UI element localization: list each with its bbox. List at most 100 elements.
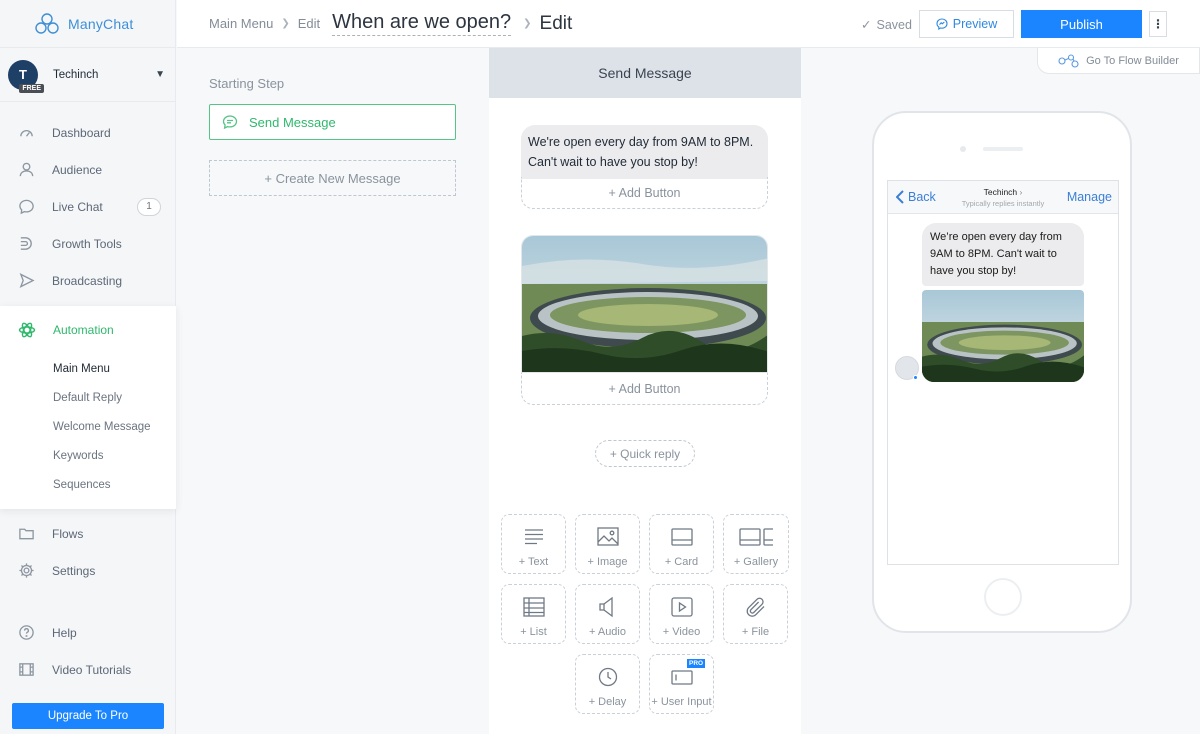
nav-broadcasting[interactable]: Broadcasting bbox=[0, 262, 175, 299]
add-card-label: + Card bbox=[664, 556, 699, 568]
go-to-flow-builder-button[interactable]: Go To Flow Builder bbox=[1037, 48, 1200, 74]
nav-live-chat-label: Live Chat bbox=[52, 199, 103, 214]
phone-text-bubble: We’re open every day from 9AM to 8PM. Ca… bbox=[922, 223, 1084, 286]
secondary-nav: Flows Settings bbox=[0, 515, 176, 589]
add-text-tile[interactable]: + Text bbox=[501, 514, 566, 574]
subnav-welcome-message[interactable]: Welcome Message bbox=[0, 412, 176, 441]
nav-settings[interactable]: Settings bbox=[0, 552, 176, 589]
breadcrumb-chevron-icon: ❯ bbox=[281, 18, 290, 29]
account-name: Techinch bbox=[53, 68, 99, 81]
add-delay-label: + Delay bbox=[588, 696, 627, 708]
manychat-logo-icon bbox=[35, 12, 59, 34]
gallery-icon bbox=[739, 528, 773, 546]
add-video-tile[interactable]: + Video bbox=[649, 584, 714, 644]
add-button-image[interactable]: + Add Button bbox=[521, 373, 768, 405]
breadcrumb-chevron-icon: ❯ bbox=[523, 18, 532, 29]
nav-video-tutorials[interactable]: Video Tutorials bbox=[0, 651, 176, 688]
add-text-label: + Text bbox=[518, 556, 549, 568]
nav-help-label: Help bbox=[52, 625, 77, 640]
image-message-block[interactable] bbox=[521, 235, 768, 373]
manage-button[interactable]: Manage bbox=[1067, 190, 1112, 204]
nav-dashboard-label: Dashboard bbox=[52, 125, 111, 140]
pro-badge: PRO bbox=[687, 659, 706, 668]
check-icon: ✓ bbox=[861, 18, 872, 32]
add-video-label: + Video bbox=[662, 626, 701, 638]
phone-camera bbox=[960, 146, 966, 152]
text-lines-icon bbox=[524, 529, 543, 545]
breadcrumb-edit[interactable]: Edit bbox=[298, 16, 320, 31]
add-card-tile[interactable]: + Card bbox=[649, 514, 714, 574]
nav-flows[interactable]: Flows bbox=[0, 515, 176, 552]
breadcrumb-main-menu[interactable]: Main Menu bbox=[209, 16, 273, 31]
user-icon bbox=[19, 162, 34, 177]
create-new-message-button[interactable]: + Create New Message bbox=[209, 160, 456, 196]
add-list-tile[interactable]: + List bbox=[501, 584, 566, 644]
subnav-sequences[interactable]: Sequences bbox=[0, 470, 176, 499]
nav-help[interactable]: Help bbox=[0, 614, 176, 651]
nav-audience[interactable]: Audience bbox=[0, 151, 175, 188]
preview-button[interactable]: Preview bbox=[919, 10, 1014, 38]
growth-tools-icon bbox=[20, 237, 32, 250]
nav-dashboard[interactable]: Dashboard bbox=[0, 114, 175, 151]
user-input-icon bbox=[670, 670, 693, 685]
send-icon bbox=[19, 273, 35, 288]
messenger-icon bbox=[936, 18, 948, 30]
topbar: Main Menu ❯ Edit When are we open? ❯ Edi… bbox=[177, 0, 1200, 48]
account-avatar: T FREE bbox=[8, 59, 44, 93]
add-audio-label: + Audio bbox=[588, 626, 626, 638]
automation-section: Automation Main Menu Default Reply Welco… bbox=[0, 306, 176, 509]
nav-live-chat[interactable]: Live Chat 1 bbox=[0, 188, 175, 225]
campus-photo-thumbnail bbox=[922, 290, 1084, 382]
phone-preview: Back Techinch › Typically replies instan… bbox=[872, 111, 1132, 633]
text-message-block[interactable]: We're open every day from 9AM to 8PM. Ca… bbox=[521, 125, 768, 179]
clock-icon bbox=[598, 667, 617, 687]
account-initials: T bbox=[19, 67, 27, 82]
add-button-text[interactable]: + Add Button bbox=[521, 177, 768, 209]
saved-status: ✓ Saved bbox=[861, 17, 912, 33]
phone-speaker bbox=[983, 147, 1023, 151]
help-icon bbox=[19, 625, 34, 640]
account-switcher[interactable]: T FREE Techinch ▼ bbox=[0, 48, 175, 102]
main-nav: Dashboard Audience Live Chat 1 Growth To… bbox=[0, 114, 175, 299]
paperclip-icon bbox=[746, 597, 764, 617]
more-options-icon[interactable]: ⋮ bbox=[1149, 11, 1167, 37]
flow-title[interactable]: When are we open? bbox=[332, 11, 512, 36]
add-user-input-tile[interactable]: PRO + User Input bbox=[649, 654, 714, 714]
phone-home-button bbox=[984, 578, 1022, 616]
add-delay-tile[interactable]: + Delay bbox=[575, 654, 640, 714]
subnav-default-reply[interactable]: Default Reply bbox=[0, 383, 176, 412]
preview-label: Preview bbox=[952, 17, 998, 31]
publish-button[interactable]: Publish bbox=[1021, 10, 1142, 38]
nav-settings-label: Settings bbox=[52, 563, 96, 578]
add-audio-tile[interactable]: + Audio bbox=[575, 584, 640, 644]
add-file-tile[interactable]: + File bbox=[723, 584, 788, 644]
step-name: Send Message bbox=[249, 114, 336, 130]
subnav-main-menu[interactable]: Main Menu bbox=[0, 354, 176, 383]
brand-name: ManyChat bbox=[68, 15, 134, 32]
edit-label: Edit bbox=[539, 12, 573, 34]
send-message-step[interactable]: Send Message bbox=[209, 104, 456, 140]
chevron-down-icon: ▼ bbox=[155, 69, 165, 80]
nav-growth-tools[interactable]: Growth Tools bbox=[0, 225, 175, 262]
brand[interactable]: ManyChat bbox=[0, 0, 175, 48]
message-step-icon bbox=[222, 115, 238, 130]
quick-reply-button[interactable]: + Quick reply bbox=[595, 440, 695, 467]
starting-step-label: Starting Step bbox=[209, 76, 285, 91]
folder-icon bbox=[19, 528, 34, 540]
add-image-tile[interactable]: + Image bbox=[575, 514, 640, 574]
saved-label: Saved bbox=[876, 17, 912, 32]
gear-icon bbox=[19, 563, 34, 578]
add-gallery-label: + Gallery bbox=[733, 556, 779, 568]
nav-automation[interactable]: Automation bbox=[0, 306, 176, 354]
live-chat-count-badge: 1 bbox=[137, 197, 161, 216]
card-icon bbox=[670, 528, 693, 546]
messenger-header: Back Techinch › Typically replies instan… bbox=[888, 181, 1118, 214]
add-gallery-tile[interactable]: + Gallery bbox=[723, 514, 789, 574]
upgrade-to-pro-button[interactable]: Upgrade To Pro bbox=[12, 703, 164, 729]
automation-atom-icon bbox=[18, 322, 36, 338]
flow-builder-icon bbox=[1058, 53, 1079, 68]
campus-photo-image bbox=[522, 236, 767, 372]
list-icon bbox=[522, 597, 545, 617]
subnav-keywords[interactable]: Keywords bbox=[0, 441, 176, 470]
nav-automation-label: Automation bbox=[53, 323, 114, 337]
